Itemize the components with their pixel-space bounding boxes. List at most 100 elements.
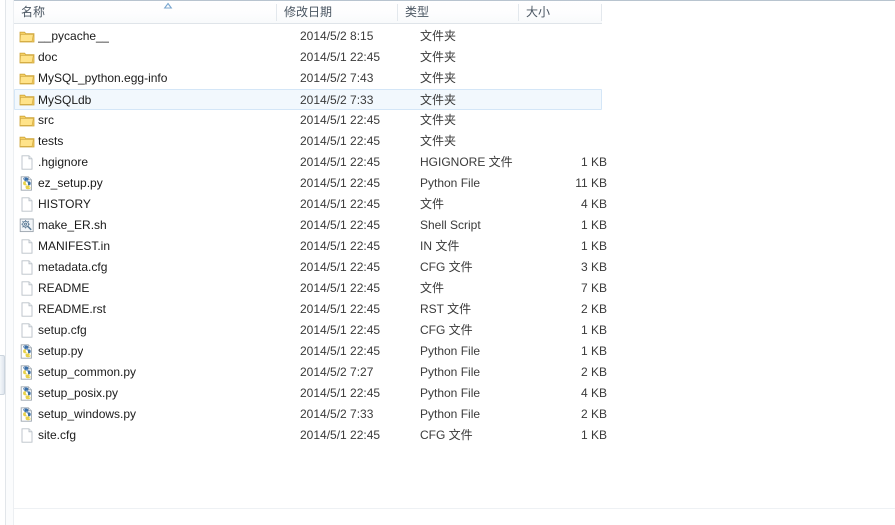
file-type: Python File xyxy=(420,176,481,190)
file-row[interactable]: make_ER.sh 2014/5/1 22:45 Shell Script 1 KB xyxy=(14,215,607,236)
file-type: 文件夹 xyxy=(420,71,457,85)
python-file-icon xyxy=(19,365,35,380)
python-file-icon xyxy=(19,386,35,401)
file-date: 2014/5/2 8:15 xyxy=(300,29,374,43)
file-date: 2014/5/1 22:45 xyxy=(300,176,381,190)
file-name: setup_common.py xyxy=(38,365,137,379)
file-name: __pycache__ xyxy=(38,29,110,43)
column-header-row: 名称 修改日期 类型 大小 xyxy=(14,0,602,24)
file-name: README.rst xyxy=(38,302,107,316)
file-name: site.cfg xyxy=(38,428,77,442)
file-size: 4 KB xyxy=(580,386,607,400)
file-name: MANIFEST.in xyxy=(38,239,111,253)
file-size: 1 KB xyxy=(580,428,607,442)
blank-document-icon xyxy=(19,197,35,212)
file-row[interactable]: src 2014/5/1 22:45 文件夹 xyxy=(14,110,602,131)
file-type: 文件夹 xyxy=(420,50,457,64)
file-type: CFG 文件 xyxy=(420,323,473,337)
file-row[interactable]: tests 2014/5/1 22:45 文件夹 xyxy=(14,131,602,152)
file-list[interactable]: __pycache__ 2014/5/2 8:15 文件夹 doc 2014/5/1 2… xyxy=(14,26,895,446)
file-date: 2014/5/1 22:45 xyxy=(300,50,381,64)
file-name: README xyxy=(38,281,90,295)
file-name: HISTORY xyxy=(38,197,91,211)
blank-document-icon xyxy=(19,281,35,296)
folder-icon xyxy=(19,113,35,128)
blank-document-icon xyxy=(19,428,35,443)
file-name: MySQLdb xyxy=(38,93,92,107)
nav-pane-scrollbar-thumb[interactable] xyxy=(0,355,5,395)
blank-document-icon xyxy=(19,323,35,338)
file-date: 2014/5/1 22:45 xyxy=(300,344,381,358)
column-header-name-label: 名称 xyxy=(21,5,46,19)
file-list-pane: 名称 修改日期 类型 大小 __pycache__ 2014/5/2 8:15 文件… xyxy=(14,0,895,509)
file-row[interactable]: site.cfg 2014/5/1 22:45 CFG 文件 1 KB xyxy=(14,425,607,446)
file-name: setup.py xyxy=(38,344,84,358)
file-row[interactable]: MySQL_python.egg-info 2014/5/2 7:43 文件夹 xyxy=(14,68,602,89)
file-type: Shell Script xyxy=(420,218,481,232)
header-rule xyxy=(602,0,895,1)
explorer-window: 名称 修改日期 类型 大小 __pycache__ 2014/5/2 8:15 文件… xyxy=(0,0,895,525)
file-type: Python File xyxy=(420,365,481,379)
column-header-date[interactable]: 修改日期 xyxy=(277,1,397,23)
nav-pane-edge-line xyxy=(5,0,6,525)
file-type: Python File xyxy=(420,386,481,400)
file-row[interactable]: ez_setup.py 2014/5/1 22:45 Python File 11 K… xyxy=(14,173,607,194)
file-type: 文件夹 xyxy=(420,93,457,107)
file-name: setup_posix.py xyxy=(38,386,119,400)
file-row[interactable]: .hgignore 2014/5/1 22:45 HGIGNORE 文件 1 KB xyxy=(14,152,607,173)
file-row[interactable]: setup.cfg 2014/5/1 22:45 CFG 文件 1 KB xyxy=(14,320,607,341)
file-date: 2014/5/1 22:45 xyxy=(300,155,381,169)
file-type: Python File xyxy=(420,344,481,358)
file-name: MySQL_python.egg-info xyxy=(38,71,168,85)
column-header-type-label: 类型 xyxy=(405,5,430,19)
file-type: IN 文件 xyxy=(420,239,460,253)
file-name: ez_setup.py xyxy=(38,176,103,190)
column-divider-size[interactable] xyxy=(601,4,602,21)
file-name: doc xyxy=(38,50,58,64)
file-type: 文件夹 xyxy=(420,134,457,148)
file-row[interactable]: MySQLdb 2014/5/2 7:33 文件夹 xyxy=(14,89,602,110)
file-size: 1 KB xyxy=(580,323,607,337)
file-name: src xyxy=(38,113,54,127)
folder-icon xyxy=(19,71,35,86)
file-type: 文件夹 xyxy=(420,113,457,127)
file-name: metadata.cfg xyxy=(38,260,108,274)
file-row[interactable]: HISTORY 2014/5/1 22:45 文件 4 KB xyxy=(14,194,607,215)
file-row[interactable]: README.rst 2014/5/1 22:45 RST 文件 2 KB xyxy=(14,299,607,320)
column-header-type[interactable]: 类型 xyxy=(398,1,518,23)
file-date: 2014/5/1 22:45 xyxy=(300,134,381,148)
folder-icon xyxy=(19,29,35,44)
blank-document-icon xyxy=(19,239,35,254)
file-size xyxy=(514,110,607,131)
file-size: 3 KB xyxy=(580,260,607,274)
file-date: 2014/5/1 22:45 xyxy=(300,197,381,211)
file-type: 文件夹 xyxy=(420,29,457,43)
file-size: 2 KB xyxy=(580,365,607,379)
file-row[interactable]: README 2014/5/1 22:45 文件 7 KB xyxy=(14,278,607,299)
file-date: 2014/5/1 22:45 xyxy=(300,386,381,400)
python-file-icon xyxy=(19,176,35,191)
file-row[interactable]: doc 2014/5/1 22:45 文件夹 xyxy=(14,47,602,68)
file-row[interactable]: metadata.cfg 2014/5/1 22:45 CFG 文件 3 KB xyxy=(14,257,607,278)
blank-document-icon xyxy=(19,302,35,317)
file-row[interactable]: setup.py 2014/5/1 22:45 Python File 1 KB xyxy=(14,341,607,362)
caret-up-icon xyxy=(162,2,174,10)
python-file-icon xyxy=(19,407,35,422)
file-size: 4 KB xyxy=(580,197,607,211)
file-type: HGIGNORE 文件 xyxy=(420,155,513,169)
file-date: 2014/5/2 7:33 xyxy=(300,93,374,107)
file-row[interactable]: setup_windows.py 2014/5/2 7:33 Python File… xyxy=(14,404,607,425)
file-row[interactable]: __pycache__ 2014/5/2 8:15 文件夹 xyxy=(14,26,602,47)
file-type: 文件 xyxy=(420,281,445,295)
file-row[interactable]: MANIFEST.in 2014/5/1 22:45 IN 文件 1 KB xyxy=(14,236,607,257)
column-header-size-label: 大小 xyxy=(526,5,551,19)
column-header-size[interactable]: 大小 xyxy=(519,1,601,23)
file-row[interactable]: setup_posix.py 2014/5/1 22:45 Python File 4… xyxy=(14,383,607,404)
file-size: 1 KB xyxy=(580,155,607,169)
file-row[interactable]: setup_common.py 2014/5/2 7:27 Python File 2… xyxy=(14,362,607,383)
file-date: 2014/5/1 22:45 xyxy=(300,323,381,337)
column-header-name[interactable]: 名称 xyxy=(14,1,276,23)
file-size xyxy=(514,47,607,68)
shell-script-icon xyxy=(19,218,35,233)
file-date: 2014/5/1 22:45 xyxy=(300,218,381,232)
